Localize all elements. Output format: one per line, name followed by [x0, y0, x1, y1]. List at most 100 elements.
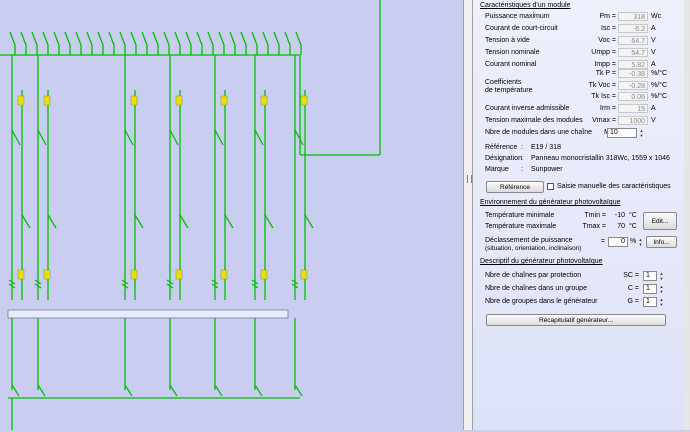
- designation-sep: :: [521, 155, 523, 162]
- module-row-unit: Wc: [651, 13, 662, 20]
- top-switch-line: [163, 31, 170, 46]
- coef-value[interactable]: -0.28: [618, 81, 648, 90]
- fuse-icon: [43, 269, 51, 280]
- string-switch-line: [264, 214, 274, 229]
- module-row-value[interactable]: 64.7: [618, 36, 648, 45]
- coef-label-2: de température: [485, 87, 533, 94]
- fuse-icon: [17, 269, 25, 280]
- top-switch-line: [251, 31, 258, 46]
- top-switch-line: [53, 31, 60, 46]
- tmin-unit: °C: [629, 212, 637, 219]
- module-row-label: Courant nominal: [485, 61, 537, 68]
- output-switch-line: [254, 384, 263, 397]
- fuse-icon: [220, 95, 228, 106]
- generator-row-spinner-icon[interactable]: ▲ ▼: [658, 284, 665, 294]
- top-switch-line: [174, 31, 181, 46]
- derating-spinner-icon[interactable]: ▲ ▼: [637, 237, 644, 247]
- edit-temperatures-button[interactable]: Edit...: [643, 212, 677, 230]
- top-switch-line: [75, 31, 82, 46]
- top-switch-line: [42, 31, 49, 46]
- generator-row-spinner-icon[interactable]: ▲ ▼: [658, 271, 665, 281]
- string-switch-line: [124, 129, 134, 146]
- brand-label: Marque: [485, 166, 509, 173]
- generator-row-input[interactable]: 1: [643, 297, 657, 307]
- derating-input[interactable]: 0: [608, 237, 628, 247]
- string-switch-line: [294, 129, 304, 146]
- irm-unit: A: [651, 105, 656, 112]
- top-switch-line: [273, 31, 280, 46]
- vmax-value[interactable]: 1000: [618, 116, 648, 125]
- coef-symbol: Tk P =: [595, 70, 616, 77]
- coef-unit: %/°C: [651, 70, 668, 77]
- derating-unit: %: [630, 238, 637, 245]
- reference-button[interactable]: Référence: [486, 181, 544, 193]
- string-switch-line: [37, 129, 47, 146]
- generator-row-input[interactable]: 1: [643, 284, 657, 294]
- module-row-value[interactable]: 318: [618, 12, 648, 21]
- top-switch-line: [31, 31, 38, 46]
- info-button[interactable]: Info...: [646, 236, 677, 248]
- generator-row-input[interactable]: 1: [643, 271, 657, 281]
- top-switch-line: [108, 31, 115, 46]
- top-switch-line: [119, 31, 126, 46]
- output-switch-line: [169, 384, 178, 397]
- string-switch-line: [304, 214, 314, 229]
- fuse-icon: [260, 95, 268, 106]
- top-switch-line: [284, 31, 291, 46]
- schematic-canvas[interactable]: [0, 0, 463, 430]
- fuse-icon: [175, 269, 183, 280]
- string-switch-line: [179, 214, 189, 229]
- module-row-symbol: Isc =: [601, 25, 616, 32]
- fuse-icon: [17, 95, 25, 106]
- top-switch-line: [97, 31, 104, 46]
- generator-row-symbol: SC =: [623, 272, 639, 279]
- top-switch-line: [218, 31, 225, 46]
- top-switch-line: [130, 31, 137, 46]
- module-row-value[interactable]: 6.2: [618, 24, 648, 33]
- irm-symbol: Irm =: [599, 105, 616, 112]
- designation-label: Désignation: [485, 155, 522, 162]
- output-switch-line: [214, 384, 223, 397]
- panel-splitter[interactable]: [463, 0, 473, 430]
- module-row-value[interactable]: 5.82: [618, 60, 648, 69]
- fuse-icon: [220, 269, 228, 280]
- brand-sep: :: [521, 166, 523, 173]
- top-switch-line: [152, 31, 159, 46]
- manual-entry-checkbox[interactable]: [547, 183, 554, 190]
- top-switch-line: [262, 31, 269, 46]
- generator-summary-button[interactable]: Récapitulatif générateur...: [486, 314, 666, 326]
- module-row-symbol: Pm =: [599, 13, 616, 20]
- vmax-label: Tension maximale des modules: [485, 117, 583, 124]
- generator-row-spinner-icon[interactable]: ▲ ▼: [658, 297, 665, 307]
- panel-scrollbar[interactable]: [684, 0, 690, 430]
- tmax-symbol: Tmax =: [582, 223, 606, 230]
- module-row-unit: V: [651, 37, 656, 44]
- fuse-icon: [43, 95, 51, 106]
- module-row-value[interactable]: 54.7: [618, 48, 648, 57]
- module-row-label: Courant de court-circuit: [485, 25, 558, 32]
- module-row-label: Tension à vide: [485, 37, 530, 44]
- string-switch-line: [224, 214, 234, 229]
- top-switch-line: [229, 31, 236, 46]
- output-switch-line: [124, 384, 133, 397]
- wiring-diagram: [0, 0, 381, 430]
- coef-symbol: Tk Voc =: [588, 82, 616, 89]
- coef-value[interactable]: 0.06: [618, 92, 648, 101]
- combiner-box: [7, 309, 289, 319]
- generator-row-label: Nbre de chaînes par protection: [485, 272, 582, 279]
- module-row-label: Puissance maximum: [485, 13, 550, 20]
- top-switch-line: [207, 31, 214, 46]
- module-count-input[interactable]: 10: [607, 128, 637, 138]
- module-count-spinner-icon[interactable]: ▲ ▼: [638, 128, 645, 138]
- top-switch-line: [86, 31, 93, 46]
- string-switch-line: [11, 129, 21, 146]
- coef-symbol: Tk Isc =: [591, 93, 616, 100]
- irm-value[interactable]: 15: [618, 104, 648, 113]
- module-row-symbol: Voc =: [598, 37, 616, 44]
- top-switch-line: [185, 31, 192, 46]
- fuse-icon: [175, 95, 183, 106]
- properties-panel: Caractéristiques d'un module Puissance m…: [473, 0, 690, 430]
- output-switch-line: [294, 384, 303, 397]
- coef-value[interactable]: -0.38: [618, 69, 648, 78]
- tmin-symbol: Tmin =: [584, 212, 606, 219]
